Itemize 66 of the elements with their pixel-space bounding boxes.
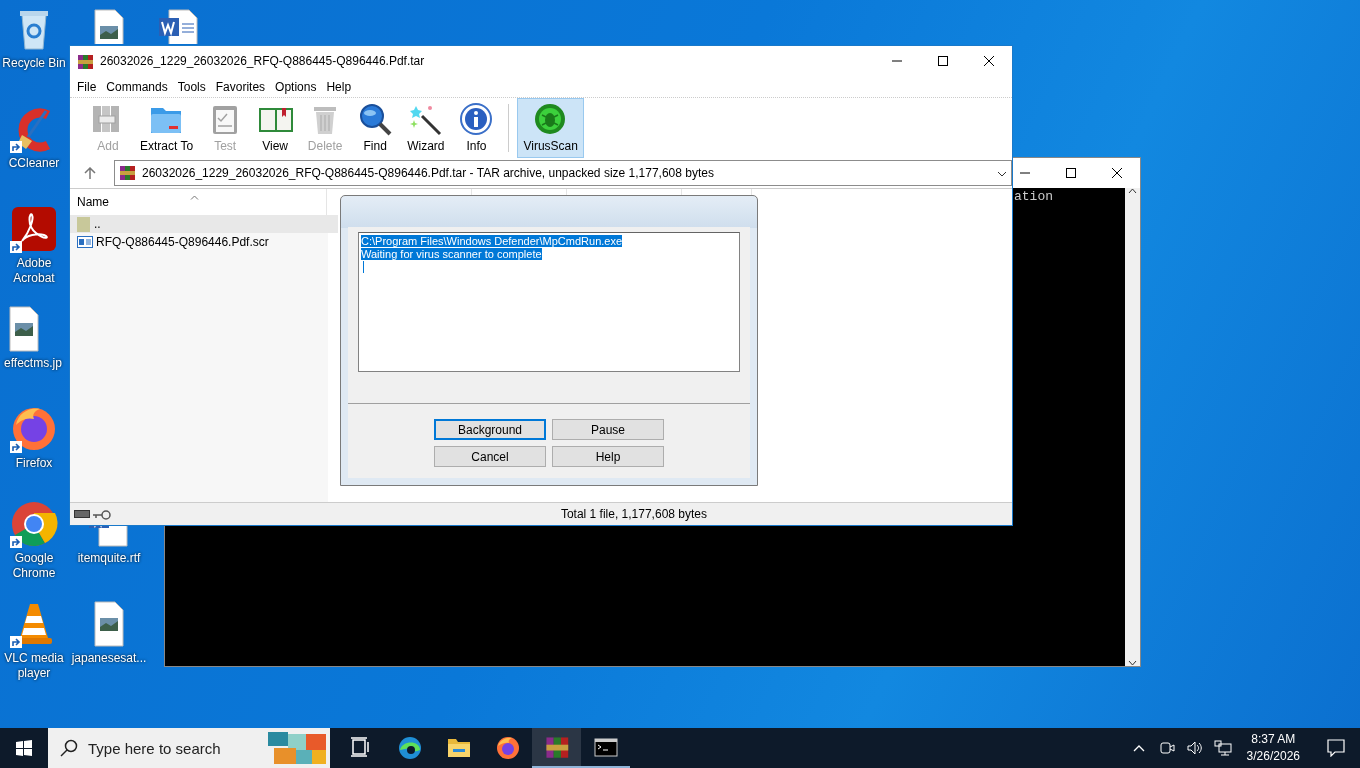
info-icon [459,102,494,137]
chevron-up-icon [1132,744,1145,752]
dialog-button[interactable]: Cancel [434,446,546,467]
fox-globe-icon[interactable] [10,405,58,453]
terminal-icon [593,736,618,760]
status-text: Total 1 file, 1,177,608 bytes [560,506,707,523]
window-title: 26032026_1229_26032026_RFQ-Q886445-Q896446.Pdf.tar [99,53,426,70]
folder-icon [77,216,91,232]
toolbar-button[interactable]: View [251,98,300,158]
desktop-icon-label[interactable]: VLC media player [0,651,68,681]
dialog-button[interactable]: Background [434,419,546,440]
archive-app-icon [119,165,136,181]
file-row[interactable]: RFQ-Q886445-Q896446.Pdf.scr [70,233,338,251]
toolbar-button[interactable]: Info [452,98,501,158]
drive-icon [74,510,90,518]
archive-app-icon [544,736,569,760]
camera-icon [1158,740,1175,756]
dialog-button[interactable]: Pause [552,419,664,440]
search-icon [60,739,78,757]
fox-globe-icon [495,736,520,760]
magnifier-icon [357,102,393,137]
folder-icon [446,736,471,760]
toolbar-button[interactable]: VirusScan [517,98,584,158]
speaker-icon [1186,740,1203,756]
swirl-logo-icon [397,736,422,760]
toolbar-button[interactable]: Wizard [401,98,451,158]
taskbar-app-button[interactable] [532,728,581,768]
desktop-icon-label[interactable]: Google Chrome [0,551,68,581]
file-row[interactable]: .. [70,215,338,233]
dropdown-caret-icon [997,170,1007,177]
scroll-up-icon [1128,188,1137,194]
scroll-down-icon [1128,660,1137,666]
menu-item[interactable]: Tools [172,77,211,96]
round-logo-icon[interactable] [10,500,58,548]
close-icon [984,56,994,66]
menu-item[interactable]: Commands [101,77,173,96]
speech-bubble-icon [1327,739,1345,757]
desktop-icon-label[interactable]: effectms.jp [4,356,62,371]
toolbar-button[interactable]: Extract To [134,98,200,158]
desktop-icon-label[interactable]: itemquite.rtf [77,551,141,566]
maximize-icon [938,56,948,66]
windows-logo-icon [16,740,32,756]
desktop-icon-label[interactable]: Recycle Bin [2,56,66,71]
maximize-icon [1066,168,1076,178]
desktop-icon-label[interactable]: Adobe Acrobat [0,256,68,286]
pdf-app-icon[interactable] [10,205,58,253]
close-icon [1112,168,1122,178]
menu-item[interactable]: Options [270,77,322,96]
scrollbar[interactable] [1125,188,1140,666]
desktop-icon-label[interactable]: japanesesat... [71,651,147,666]
network-icon [1213,740,1232,756]
toolbar-button[interactable]: Find [351,98,400,158]
dialog-button[interactable]: Help [552,446,664,467]
program-file-icon [77,236,93,248]
clock[interactable]: 8:37 AM 3/26/2026 [1238,731,1308,765]
menu-item[interactable]: Help [321,77,357,96]
archive-app-icon [77,53,94,70]
log-text-area[interactable]: C:\Program Files\Windows Defender\MpCmdRun.exe Waiting for virus scanner to complete [358,232,740,372]
up-arrow-icon[interactable] [84,167,96,179]
desktop-icon-label[interactable]: Firefox [15,456,53,471]
menu-item[interactable]: File [72,77,102,96]
address-field[interactable]: 26032026_1229_26032026_RFQ-Q886445-Q896446.Pdf.tar - TAR archive, unpacked size 1,177,608 bytes [114,160,1012,186]
menu-item[interactable]: Favorites [210,77,271,96]
desktop-icon-label[interactable]: CCleaner [8,156,60,171]
key-icon [93,509,111,520]
console-text: ation [1014,189,1053,204]
